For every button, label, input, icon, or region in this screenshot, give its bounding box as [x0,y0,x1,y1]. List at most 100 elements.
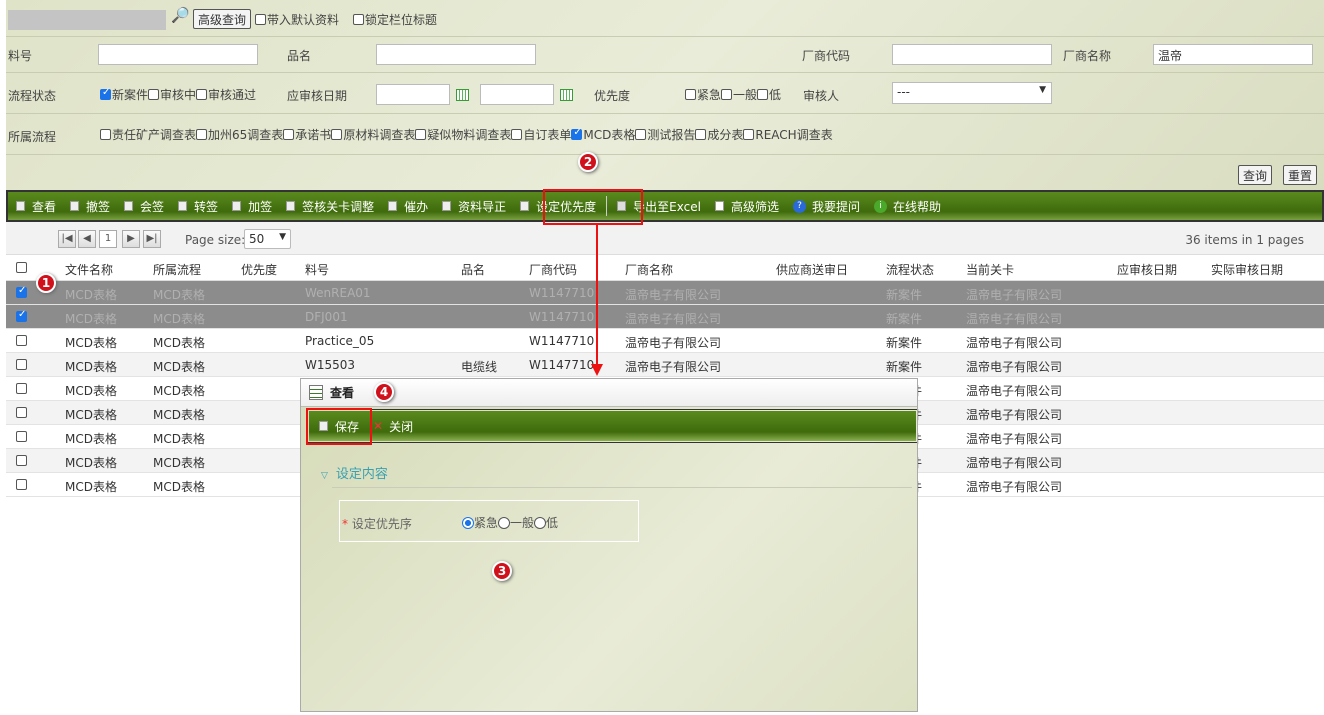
priority-radio[interactable]: 紧急 [462,516,498,530]
row-checkbox[interactable] [16,479,27,490]
column-header[interactable]: 当前关卡 [966,261,1014,278]
flow-option[interactable]: REACH调查表 [743,126,833,143]
flow-option[interactable]: 疑似物料调查表 [415,126,511,143]
quick-search-input[interactable] [8,10,166,30]
table-cell: MCD表格 [153,336,205,350]
toolbar-button-5[interactable]: 签核关卡调整 [286,198,374,215]
table-row[interactable]: MCD表格 MCD表格 DFJ001 W1147710 温帝电子有限公司 新案件 温帝电子有… [6,305,1324,329]
due-date-from[interactable] [376,84,450,105]
section-header[interactable]: ▽ 设定内容 [321,463,388,482]
toolbar-button-6[interactable]: 催办 [388,198,428,215]
flow-option[interactable]: 自订表单 [511,126,571,143]
table-cell: MCD表格 [65,432,117,446]
column-header[interactable]: 应审核日期 [1117,261,1177,278]
reviewer-select[interactable]: --- ▼ [892,82,1052,104]
part-no-input[interactable] [98,44,258,65]
status-approved[interactable]: 审核通过 [196,86,256,103]
column-header[interactable]: 文件名称 [65,261,113,278]
page-number[interactable]: 1 [99,230,117,248]
toolbar-button-2[interactable]: 会签 [124,198,164,215]
row-checkbox[interactable] [16,335,27,346]
priority-low[interactable]: 低 [757,86,781,103]
arrow-line [596,225,598,367]
close-icon: ✕ [373,419,384,433]
row-checkbox[interactable] [16,407,27,418]
next-page-button[interactable]: ▶ [122,230,140,248]
close-button[interactable]: ✕ 关闭 [373,418,413,435]
table-row[interactable]: MCD表格 MCD表格 WenREA01 W1147710 温帝电子有限公司 新案件 温帝电… [6,281,1324,305]
flow-option[interactable]: 原材料调查表 [331,126,415,143]
calendar-icon[interactable] [456,89,469,101]
priority-urgent[interactable]: 紧急 [685,86,721,103]
first-page-button[interactable]: |◀ [58,230,76,248]
reset-button[interactable]: 重置 [1283,165,1318,185]
prev-page-button[interactable]: ◀ [78,230,96,248]
row-checkbox[interactable] [16,455,27,466]
table-cell: 新案件 [886,360,923,374]
priority-normal[interactable]: 一般 [721,86,757,103]
collapse-icon: ▽ [321,471,328,481]
column-header[interactable]: 厂商名称 [625,261,673,278]
page-size-select[interactable]: 50 ▼ [244,229,291,249]
table-cell: W1147710 [529,358,595,372]
column-header[interactable]: 实际审核日期 [1211,261,1283,278]
row-checkbox[interactable] [16,309,27,322]
flow-option[interactable]: 测试报告 [635,126,695,143]
save-icon [286,201,296,211]
query-button[interactable]: 查询 [1238,165,1273,185]
column-header[interactable]: 所属流程 [153,261,201,278]
table-cell: 温帝电子有限公司 [966,456,1063,470]
table-cell: 温帝电子有限公司 [966,384,1063,398]
lock-headers-option[interactable]: 锁定栏位标题 [353,11,437,28]
flow-option[interactable]: MCD表格 [571,126,635,143]
column-header[interactable]: 料号 [305,261,329,278]
table-cell: Practice_05 [305,334,375,348]
toolbar-button-0[interactable]: 查看 [16,198,56,215]
flow-option[interactable]: 加州65调查表 [196,126,283,143]
toolbar-button-1[interactable]: 撤签 [70,198,110,215]
action-toolbar: 查看 撤签 会签 转签 加签 签核关卡调整 催办 资料导正 设定优先度 导出至Excel 高级筛选?… [6,190,1324,222]
document-icon [309,385,323,400]
priority-radio[interactable]: 低 [534,516,558,530]
step-badge-3: 3 [492,561,512,581]
toolbar-button-7[interactable]: 资料导正 [442,198,506,215]
table-cell: MCD表格 [65,312,117,326]
bring-default-option[interactable]: 带入默认资料 [255,11,339,28]
status-label: 流程状态 [8,89,57,103]
column-header[interactable]: 优先度 [241,261,277,278]
toolbar-button-12[interactable]: i 在线帮助 [873,198,941,215]
select-all-checkbox[interactable] [16,262,27,273]
flow-option[interactable]: 成分表 [695,126,743,143]
advanced-query-button[interactable]: 高级查询 [193,9,252,29]
part-no-label: 料号 [8,49,33,63]
status-options: 新案件审核中审核通过 [100,86,256,103]
flow-option[interactable]: 承诺书 [283,126,331,143]
table-cell: MCD表格 [153,456,205,470]
table-row[interactable]: MCD表格 MCD表格 W15503 电缆线 W1147710 温帝电子有限公司 新案件 温帝… [6,353,1324,377]
priority-radio[interactable]: 一般 [498,516,534,530]
last-page-button[interactable]: ▶| [143,230,161,248]
status-reviewing[interactable]: 审核中 [148,86,196,103]
toolbar-button-10[interactable]: 高级筛选 [714,198,779,215]
due-date-to[interactable] [480,84,554,105]
column-header[interactable]: 厂商代码 [529,261,577,278]
row-checkbox[interactable] [16,285,27,298]
toolbar-button-11[interactable]: ? 我要提问 [792,198,860,215]
flow-option[interactable]: 责任矿产调查表 [100,126,196,143]
toolbar-button-3[interactable]: 转签 [178,198,218,215]
search-icon[interactable]: 🔎 [171,6,190,24]
row-checkbox[interactable] [16,359,27,370]
vendor-code-input[interactable] [892,44,1052,65]
product-name-input[interactable] [376,44,536,65]
column-header[interactable]: 品名 [461,261,485,278]
toolbar-button-4[interactable]: 加签 [232,198,272,215]
column-header[interactable]: 供应商送审日 [776,261,848,278]
table-row[interactable]: MCD表格 MCD表格 Practice_05 W1147710 温帝电子有限公司 新案件… [6,329,1324,353]
row-checkbox[interactable] [16,383,27,394]
calendar-icon[interactable] [560,89,573,101]
vendor-name-input[interactable]: 温帝 [1153,44,1313,65]
column-header[interactable]: 流程状态 [886,261,934,278]
table-cell: MCD表格 [153,408,205,422]
status-new[interactable]: 新案件 [100,86,148,103]
row-checkbox[interactable] [16,431,27,442]
